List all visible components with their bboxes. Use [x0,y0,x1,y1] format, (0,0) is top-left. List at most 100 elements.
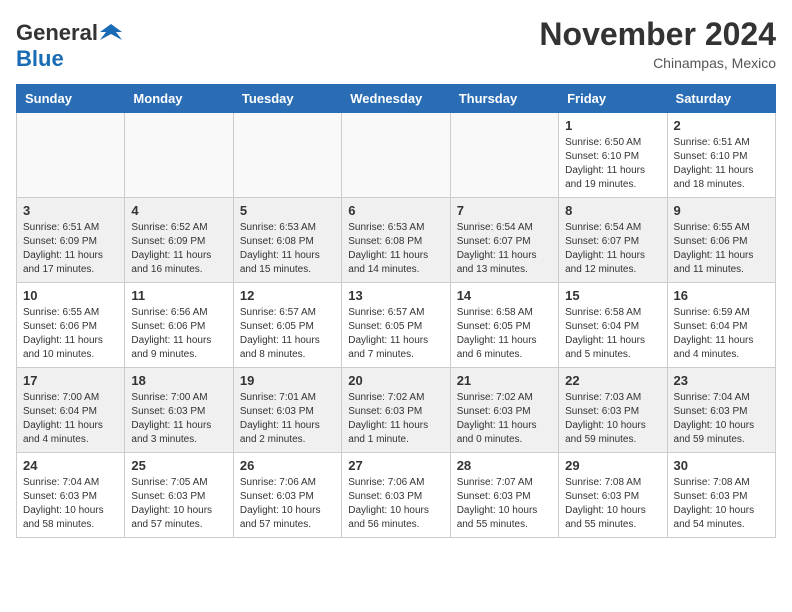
calendar-header-thursday: Thursday [450,85,558,113]
day-info: Sunrise: 6:54 AMSunset: 6:07 PMDaylight:… [565,221,660,277]
calendar-cell: 10 Sunrise: 6:55 AMSunset: 6:06 PMDayligh… [17,283,125,368]
calendar-cell: 17 Sunrise: 7:00 AMSunset: 6:04 PMDayligh… [17,368,125,453]
day-number: 14 [457,288,552,303]
day-info: Sunrise: 7:06 AMSunset: 6:03 PMDaylight:… [240,476,335,532]
calendar-week-row: 24 Sunrise: 7:04 AMSunset: 6:03 PMDayligh… [17,453,776,538]
day-number: 26 [240,458,335,473]
calendar-cell: 4Sunrise: 6:52 AMSunset: 6:09 PMDaylight… [125,198,233,283]
calendar-header-saturday: Saturday [667,85,775,113]
day-info: Sunrise: 6:52 AMSunset: 6:09 PMDaylight:… [131,221,226,277]
calendar-cell: 8 Sunrise: 6:54 AMSunset: 6:07 PMDaylight… [559,198,667,283]
day-number: 12 [240,288,335,303]
location: Chinampas, Mexico [539,55,776,71]
calendar-cell: 29Sunrise: 7:08 AMSunset: 6:03 PMDayligh… [559,453,667,538]
day-number: 18 [131,373,226,388]
day-info: Sunrise: 6:51 AMSunset: 6:10 PMDaylight:… [674,136,769,192]
day-number: 10 [23,288,118,303]
day-info: Sunrise: 7:07 AMSunset: 6:03 PMDaylight:… [457,476,552,532]
day-number: 1 [565,118,660,133]
day-info: Sunrise: 6:54 AMSunset: 6:07 PMDaylight:… [457,221,552,277]
calendar-cell [17,113,125,198]
calendar-cell: 22 Sunrise: 7:03 AMSunset: 6:03 PMDayligh… [559,368,667,453]
calendar-cell: 30 Sunrise: 7:08 AMSunset: 6:03 PMDayligh… [667,453,775,538]
day-number: 16 [674,288,769,303]
month-title: November 2024 [539,16,776,53]
calendar-cell: 20 Sunrise: 7:02 AMSunset: 6:03 PMDayligh… [342,368,450,453]
day-info: Sunrise: 7:02 AMSunset: 6:03 PMDaylight:… [457,391,552,447]
calendar-cell: 1 Sunrise: 6:50 AMSunset: 6:10 PMDaylight… [559,113,667,198]
calendar-header-row: SundayMondayTuesdayWednesdayThursdayFrid… [17,85,776,113]
day-info: Sunrise: 6:53 AMSunset: 6:08 PMDaylight:… [240,221,335,277]
day-number: 23 [674,373,769,388]
calendar-cell: 11 Sunrise: 6:56 AMSunset: 6:06 PMDayligh… [125,283,233,368]
day-number: 5 [240,203,335,218]
day-info: Sunrise: 7:06 AMSunset: 6:03 PMDaylight:… [348,476,443,532]
day-info: Sunrise: 6:56 AMSunset: 6:06 PMDaylight:… [131,306,226,362]
day-number: 20 [348,373,443,388]
day-number: 24 [23,458,118,473]
calendar-week-row: 1 Sunrise: 6:50 AMSunset: 6:10 PMDaylight… [17,113,776,198]
day-info: Sunrise: 6:57 AMSunset: 6:05 PMDaylight:… [348,306,443,362]
day-number: 28 [457,458,552,473]
day-info: Sunrise: 7:01 AMSunset: 6:03 PMDaylight:… [240,391,335,447]
calendar-cell: 26 Sunrise: 7:06 AMSunset: 6:03 PMDayligh… [233,453,341,538]
calendar-header-monday: Monday [125,85,233,113]
day-info: Sunrise: 7:04 AMSunset: 6:03 PMDaylight:… [23,476,118,532]
calendar-cell [450,113,558,198]
day-info: Sunrise: 7:02 AMSunset: 6:03 PMDaylight:… [348,391,443,447]
calendar-cell: 23 Sunrise: 7:04 AMSunset: 6:03 PMDayligh… [667,368,775,453]
calendar-cell: 3 Sunrise: 6:51 AMSunset: 6:09 PMDaylight… [17,198,125,283]
logo: General General Blue [16,20,122,72]
day-number: 25 [131,458,226,473]
calendar-cell: 16Sunrise: 6:59 AMSunset: 6:04 PMDayligh… [667,283,775,368]
day-number: 21 [457,373,552,388]
calendar-cell: 9 Sunrise: 6:55 AMSunset: 6:06 PMDaylight… [667,198,775,283]
day-info: Sunrise: 6:58 AMSunset: 6:04 PMDaylight:… [565,306,660,362]
page-header: General General Blue November 2024 China… [16,16,776,72]
calendar-cell: 18 Sunrise: 7:00 AMSunset: 6:03 PMDayligh… [125,368,233,453]
day-number: 2 [674,118,769,133]
calendar-cell: 6Sunrise: 6:53 AMSunset: 6:08 PMDaylight… [342,198,450,283]
day-info: Sunrise: 7:00 AMSunset: 6:03 PMDaylight:… [131,391,226,447]
calendar-week-row: 10 Sunrise: 6:55 AMSunset: 6:06 PMDayligh… [17,283,776,368]
day-info: Sunrise: 6:55 AMSunset: 6:06 PMDaylight:… [674,221,769,277]
day-number: 19 [240,373,335,388]
calendar-header-wednesday: Wednesday [342,85,450,113]
day-info: Sunrise: 6:51 AMSunset: 6:09 PMDaylight:… [23,221,118,277]
day-number: 30 [674,458,769,473]
day-info: Sunrise: 6:58 AMSunset: 6:05 PMDaylight:… [457,306,552,362]
day-number: 8 [565,203,660,218]
day-number: 6 [348,203,443,218]
day-info: Sunrise: 7:00 AMSunset: 6:04 PMDaylight:… [23,391,118,447]
day-number: 9 [674,203,769,218]
day-info: Sunrise: 7:08 AMSunset: 6:03 PMDaylight:… [674,476,769,532]
day-number: 27 [348,458,443,473]
calendar-week-row: 3 Sunrise: 6:51 AMSunset: 6:09 PMDaylight… [17,198,776,283]
logo-blue: Blue [16,46,64,71]
calendar-cell: 2 Sunrise: 6:51 AMSunset: 6:10 PMDaylight… [667,113,775,198]
calendar-cell: 19 Sunrise: 7:01 AMSunset: 6:03 PMDayligh… [233,368,341,453]
calendar-cell: 7Sunrise: 6:54 AMSunset: 6:07 PMDaylight… [450,198,558,283]
calendar-header-sunday: Sunday [17,85,125,113]
day-info: Sunrise: 6:55 AMSunset: 6:06 PMDaylight:… [23,306,118,362]
calendar-cell: 21 Sunrise: 7:02 AMSunset: 6:03 PMDayligh… [450,368,558,453]
calendar-cell [233,113,341,198]
calendar-cell: 25 Sunrise: 7:05 AMSunset: 6:03 PMDayligh… [125,453,233,538]
calendar-cell [125,113,233,198]
calendar-cell [342,113,450,198]
logo-bird-icon [100,22,122,44]
day-info: Sunrise: 6:50 AMSunset: 6:10 PMDaylight:… [565,136,660,192]
logo-general: General [16,20,98,46]
day-info: Sunrise: 7:04 AMSunset: 6:03 PMDaylight:… [674,391,769,447]
day-number: 17 [23,373,118,388]
calendar-table: SundayMondayTuesdayWednesdayThursdayFrid… [16,84,776,538]
day-number: 3 [23,203,118,218]
day-info: Sunrise: 7:05 AMSunset: 6:03 PMDaylight:… [131,476,226,532]
day-number: 29 [565,458,660,473]
day-number: 11 [131,288,226,303]
day-number: 22 [565,373,660,388]
calendar-cell: 27 Sunrise: 7:06 AMSunset: 6:03 PMDayligh… [342,453,450,538]
calendar-header-tuesday: Tuesday [233,85,341,113]
day-info: Sunrise: 7:03 AMSunset: 6:03 PMDaylight:… [565,391,660,447]
calendar-cell: 5 Sunrise: 6:53 AMSunset: 6:08 PMDaylight… [233,198,341,283]
